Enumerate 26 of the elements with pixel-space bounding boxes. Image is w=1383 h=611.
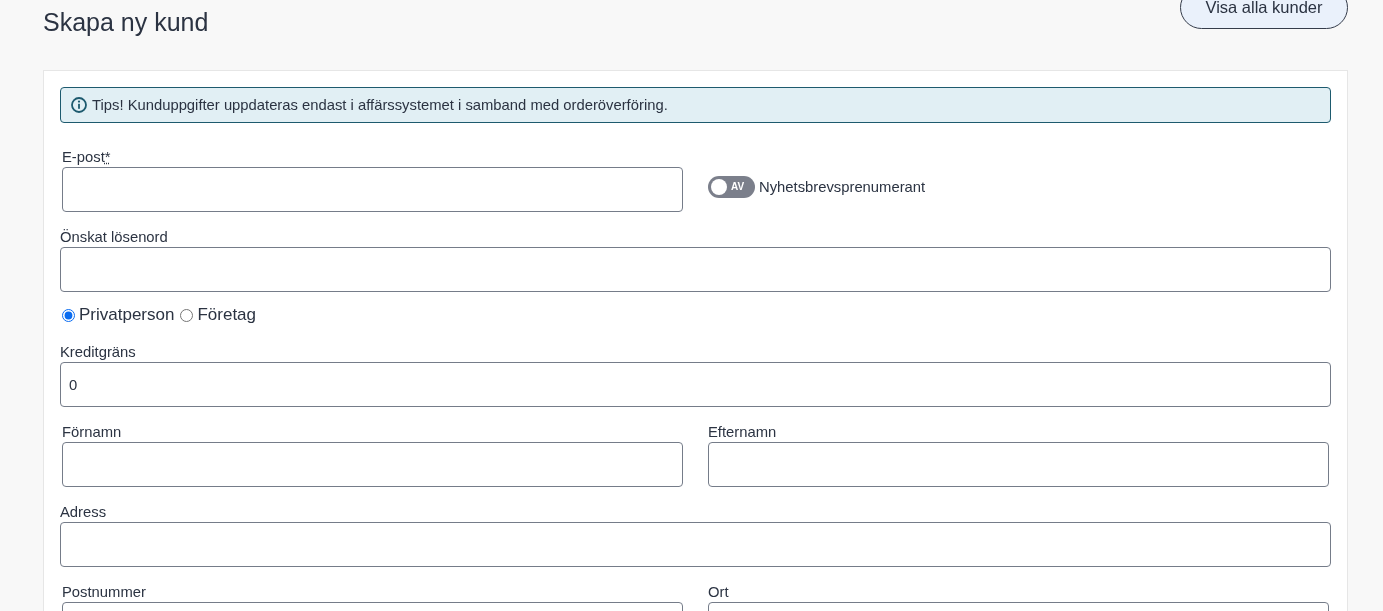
field-label: Ort	[708, 583, 729, 602]
input-field[interactable]	[60, 522, 1331, 567]
input-field[interactable]	[708, 442, 1329, 487]
radio-button[interactable]	[180, 308, 194, 322]
field-label: Adress	[60, 503, 107, 522]
radio-button[interactable]	[62, 308, 75, 322]
info-icon	[71, 97, 87, 113]
field-label: Kreditgräns	[60, 343, 136, 362]
input-field[interactable]	[62, 167, 683, 212]
toggle-knob-icon	[711, 178, 727, 195]
required-mark: *	[104, 149, 111, 165]
toggle-label: Nyhetsbrevsprenumerant	[759, 178, 926, 195]
radio-label: Privatperson	[79, 305, 175, 325]
alert-text: Tips! Kunduppgifter uppdateras endast i affärssystemet i samband med orderöverföring.	[92, 97, 668, 113]
field-label: Förnamn	[62, 423, 122, 442]
input-field[interactable]: 0	[60, 362, 1331, 407]
field-label: E-post	[62, 148, 105, 167]
input-field[interactable]	[62, 442, 683, 487]
field-label: Efternamn	[708, 423, 777, 442]
toggle-switch[interactable]: AV	[708, 175, 755, 198]
field-label: Postnummer	[62, 583, 146, 602]
show-all-customers-button[interactable]: Visa alla kunder	[1180, 0, 1348, 29]
page-title: Skapa ny kund	[43, 7, 209, 38]
field-label: Önskat lösenord	[60, 228, 168, 247]
input-field[interactable]	[60, 247, 1331, 292]
radio-label: Företag	[197, 305, 257, 325]
